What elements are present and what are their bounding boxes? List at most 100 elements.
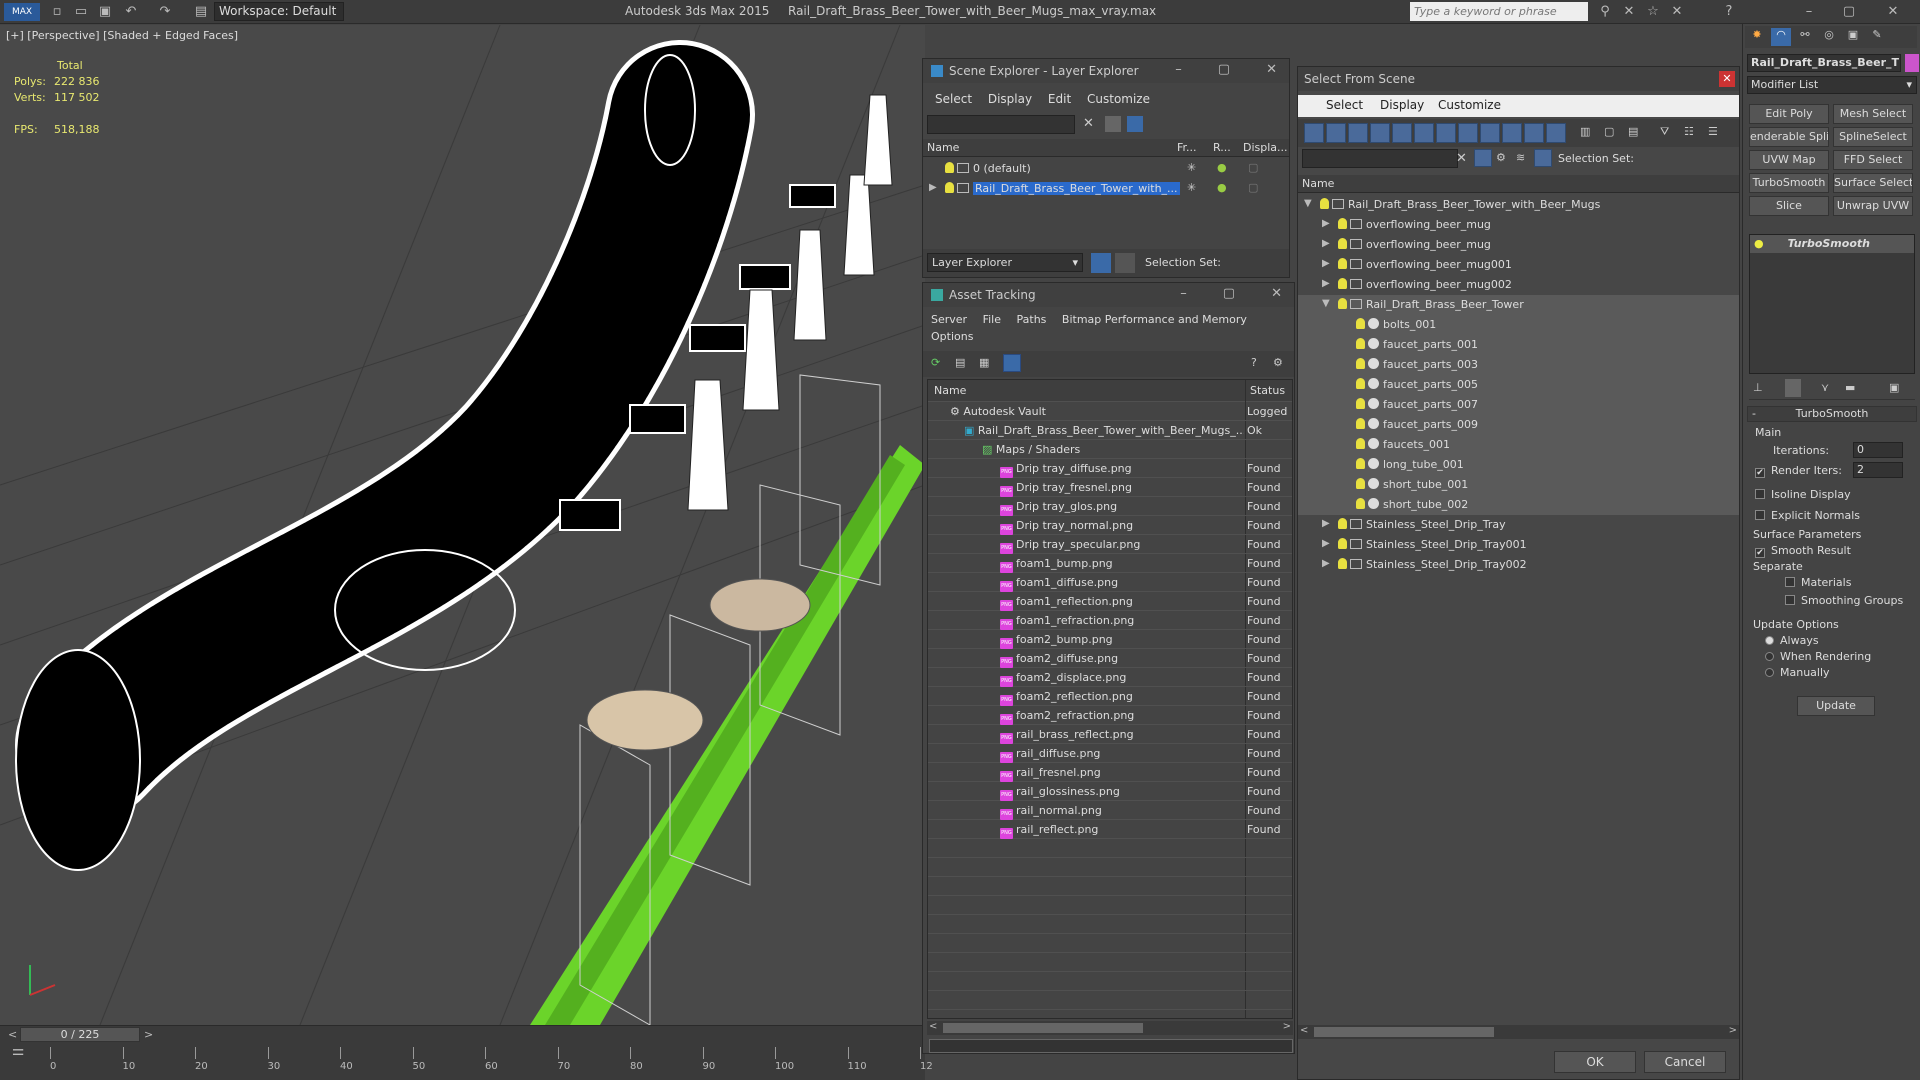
next-frame-icon[interactable]: > [144, 1028, 153, 1041]
freeze-icon[interactable]: ✳ [1187, 181, 1196, 194]
asset-row[interactable]: PNG Drip tray_glos.png Found [928, 497, 1292, 516]
expand-icon[interactable]: ▶ [1322, 218, 1330, 229]
filter-xrefs-icon[interactable] [1458, 123, 1478, 143]
asset-row-vault[interactable]: ⚙ Autodesk Vault Logged [928, 402, 1292, 421]
display-icon[interactable]: ▢ [1248, 161, 1258, 174]
menu-select[interactable]: Select [935, 89, 972, 109]
filter-bones-icon[interactable] [1480, 123, 1500, 143]
menu-display[interactable]: Display [1380, 98, 1424, 112]
modifier-button[interactable]: UVW Map [1749, 150, 1829, 170]
asset-path-field[interactable] [929, 1039, 1293, 1053]
asset-row[interactable]: PNG rail_fresnel.png Found [928, 763, 1292, 782]
refresh-icon[interactable]: ⟳ [931, 356, 940, 369]
modifier-list-select[interactable]: Modifier List ▾ [1747, 76, 1917, 94]
light-bulb-icon[interactable] [1356, 478, 1365, 489]
layer-row-rail[interactable]: ▶ Rail_Draft_Brass_Beer_Tower_with_... ✳ ● ▢ [923, 179, 1289, 199]
asset-row[interactable]: PNG Drip tray_diffuse.png Found [928, 459, 1292, 478]
time-slider-thumb[interactable]: 0 / 225 [20, 1027, 140, 1042]
display-tab-icon[interactable]: ▣ [1843, 28, 1863, 46]
filter-icon[interactable]: ⛛ [1660, 125, 1669, 139]
object-name-field[interactable]: Rail_Draft_Brass_Beer_T [1747, 54, 1901, 72]
modifier-button[interactable]: TurboSmooth [1749, 173, 1829, 193]
tree-node[interactable]: ▼ Rail_Draft_Brass_Beer_Tower_with_Beer_M… [1298, 195, 1739, 215]
col-render[interactable]: R... [1213, 141, 1231, 154]
open-icon[interactable]: ▭ [72, 3, 90, 21]
col-status[interactable]: Status [1250, 384, 1285, 397]
clear-search-icon[interactable]: ✕ [1456, 151, 1467, 166]
light-bulb-icon[interactable] [1338, 278, 1347, 289]
project-icon[interactable]: ▤ [192, 3, 210, 21]
clear-search-icon[interactable]: ✕ [1083, 116, 1094, 131]
redo-icon[interactable]: ↷ [156, 3, 174, 21]
render-iters-checkbox[interactable]: ✔ [1755, 468, 1765, 478]
freeze-icon[interactable]: ✳ [1187, 161, 1196, 174]
configure-sets-icon[interactable]: ▣ [1889, 381, 1899, 394]
table-view-icon[interactable] [1003, 354, 1021, 372]
hierarchy-tab-icon[interactable]: ⚯ [1795, 28, 1815, 46]
stack-item-turbosmooth[interactable]: ● TurboSmooth [1750, 235, 1914, 253]
tree-node[interactable]: bolts_001 [1298, 315, 1739, 335]
light-bulb-icon[interactable] [1338, 538, 1347, 549]
options-icon[interactable]: ☰ [1708, 125, 1718, 138]
asset-row[interactable]: PNG foam1_bump.png Found [928, 554, 1292, 573]
asset-row-file[interactable]: ▣ Rail_Draft_Brass_Beer_Tower_with_Beer_… [928, 421, 1292, 440]
scroll-right-icon[interactable]: > [1729, 1025, 1737, 1036]
light-bulb-icon[interactable] [1356, 358, 1365, 369]
asset-h-scrollbar[interactable]: < > [927, 1021, 1293, 1035]
expand-icon[interactable]: ▶ [1322, 538, 1330, 549]
maximize-icon[interactable]: ▢ [1840, 3, 1858, 21]
light-bulb-icon[interactable] [1356, 338, 1365, 349]
filter-toggle-icon[interactable] [1474, 149, 1492, 167]
expand-icon[interactable]: ▶ [1322, 238, 1330, 249]
perspective-viewport[interactable] [0, 25, 925, 1025]
menu-select[interactable]: Select [1326, 98, 1363, 112]
modifier-button[interactable]: enderable Splir [1749, 127, 1829, 147]
hierarchy-mode-icon[interactable] [1534, 149, 1552, 167]
motion-tab-icon[interactable]: ◎ [1819, 28, 1839, 46]
explorer-type-select[interactable]: Layer Explorer ▾ [927, 253, 1083, 272]
menu-customize[interactable]: Customize [1438, 98, 1501, 112]
light-bulb-icon[interactable] [1320, 198, 1329, 209]
materials-checkbox[interactable] [1785, 577, 1795, 587]
modify-tab-icon[interactable]: ◠ [1771, 28, 1791, 46]
col-name[interactable]: Name [1302, 177, 1334, 190]
light-bulb-icon[interactable] [1338, 238, 1347, 249]
scroll-thumb[interactable] [1314, 1027, 1494, 1037]
turbosmooth-rollout-header[interactable]: - TurboSmooth [1747, 406, 1917, 422]
collapse-icon[interactable]: ▼ [1322, 298, 1330, 309]
tree-node[interactable]: faucet_parts_009 [1298, 415, 1739, 435]
make-unique-icon[interactable]: ⋎ [1821, 381, 1829, 394]
select-from-scene-title[interactable]: Select From Scene [1298, 67, 1739, 91]
thumbnail-icon[interactable]: ▦ [979, 356, 989, 369]
light-bulb-icon[interactable] [945, 182, 954, 193]
save-icon[interactable]: ▣ [96, 3, 114, 21]
filter-hidden-icon[interactable] [1546, 123, 1566, 143]
menu-display[interactable]: Display [988, 89, 1032, 109]
tree-node[interactable]: ▼ Rail_Draft_Brass_Beer_Tower [1298, 295, 1739, 315]
isoline-checkbox[interactable] [1755, 489, 1765, 499]
col-display[interactable]: Displa... [1243, 141, 1288, 154]
modifier-button[interactable]: Slice [1749, 196, 1829, 216]
help-icon[interactable]: ? [1251, 356, 1257, 369]
tree-node[interactable]: ▶ overflowing_beer_mug [1298, 235, 1739, 255]
filter-helpers-icon[interactable] [1392, 123, 1412, 143]
layer-toggle-icon[interactable] [1091, 253, 1111, 273]
asset-row[interactable]: PNG Drip tray_fresnel.png Found [928, 478, 1292, 497]
manually-radio[interactable] [1765, 668, 1774, 677]
smooth-result-checkbox[interactable]: ✔ [1755, 548, 1765, 558]
scroll-left-icon[interactable]: < [929, 1021, 937, 1032]
close-icon[interactable]: ✕ [1271, 286, 1282, 301]
asset-row[interactable]: PNG foam2_bump.png Found [928, 630, 1292, 649]
light-bulb-icon[interactable] [1338, 218, 1347, 229]
display-icon[interactable]: ▢ [1248, 181, 1258, 194]
asset-row[interactable]: PNG foam2_diffuse.png Found [928, 649, 1292, 668]
modifier-button[interactable]: Surface Select [1833, 173, 1913, 193]
asset-row[interactable]: PNG foam2_displace.png Found [928, 668, 1292, 687]
modifier-button[interactable]: Edit Poly [1749, 104, 1829, 124]
scroll-right-icon[interactable]: > [1283, 1021, 1291, 1032]
minimize-icon[interactable]: – [1180, 286, 1187, 301]
light-bulb-icon[interactable] [945, 162, 954, 173]
utilities-tab-icon[interactable]: ✎ [1867, 28, 1887, 46]
close-icon[interactable]: ✕ [1884, 3, 1902, 21]
expand-icon[interactable]: ▶ [1322, 278, 1330, 289]
